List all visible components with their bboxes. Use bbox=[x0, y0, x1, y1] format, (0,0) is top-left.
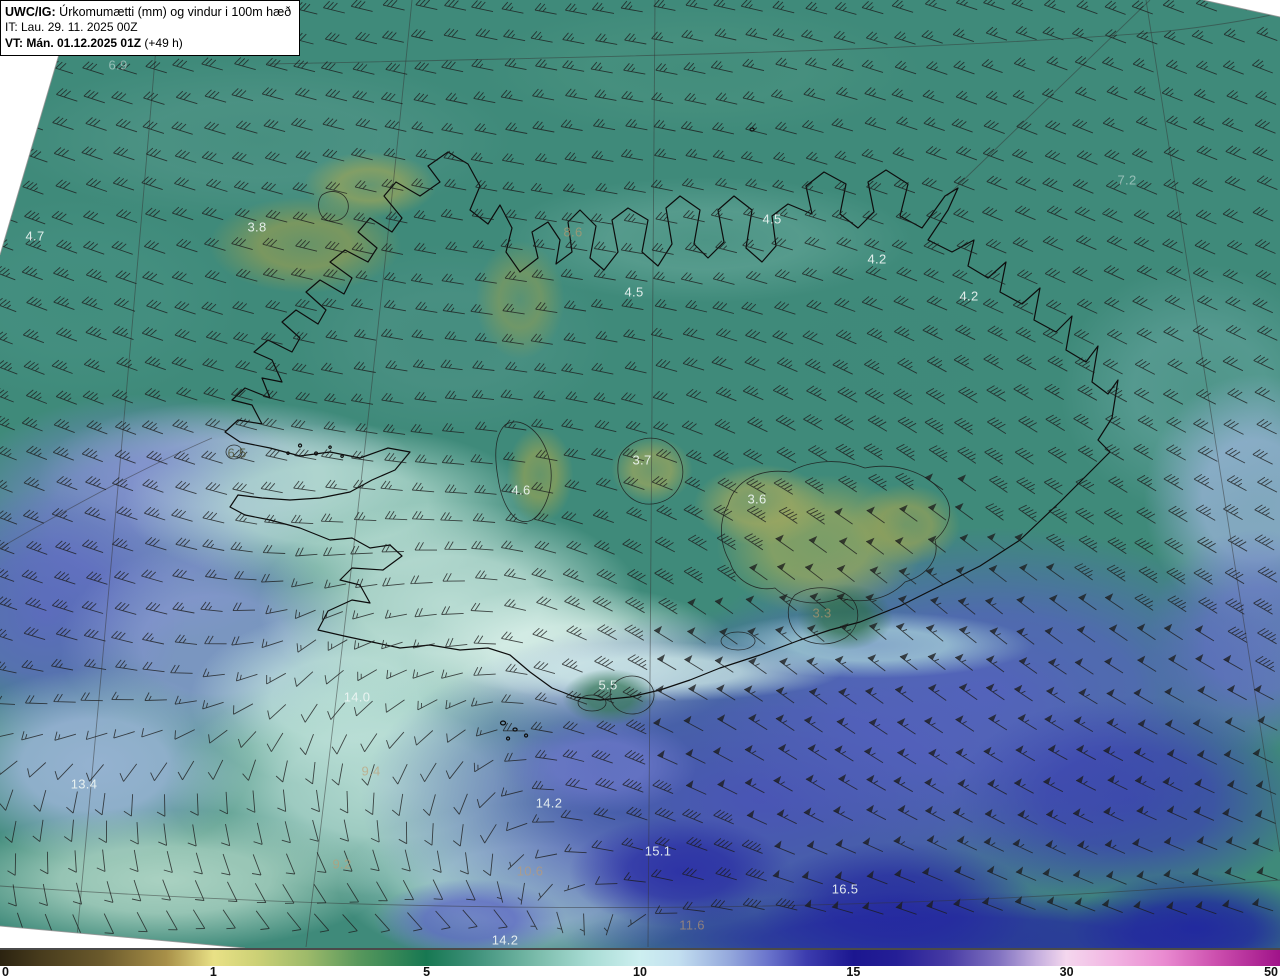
precip-value-label: 3.7 bbox=[632, 452, 652, 468]
valid-time: VT: Mán. 01.12.2025 01Z (+49 h) bbox=[5, 35, 183, 50]
map-title: UWC/IG: Úrkomumætti (mm) og vindur i 100… bbox=[5, 5, 292, 19]
precip-value-label: 4.7 bbox=[25, 228, 45, 244]
precip-value-label: 14.2 bbox=[535, 795, 563, 811]
precip-value-label: 14.2 bbox=[491, 932, 519, 948]
precip-value-label: 7.2 bbox=[1117, 172, 1137, 188]
precip-value-label: 3.8 bbox=[247, 219, 267, 235]
colorbar-tick-label: 5 bbox=[423, 965, 431, 978]
weather-map-page: 6.9 4.7 3.8 4.5 4.5 4.2 4.2 7.2 8.6 3.7 4.6 3.6 6.5 3… bbox=[0, 0, 1280, 978]
precip-value-label: 13.4 bbox=[70, 776, 98, 792]
colorbar-tick-label: 30 bbox=[1059, 965, 1074, 978]
precip-value-label: 3.3 bbox=[812, 605, 832, 621]
precip-value-label: 9.4 bbox=[361, 763, 381, 779]
precip-value-label: 15.1 bbox=[644, 843, 672, 859]
colorbar-tick-label: 50 bbox=[1264, 965, 1278, 978]
forecast-map: 6.9 4.7 3.8 4.5 4.5 4.2 4.2 7.2 8.6 3.7 4.6 3.6 6.5 3… bbox=[0, 0, 1280, 948]
precip-value-label: 4.2 bbox=[867, 251, 887, 267]
precip-value-label: 10.6 bbox=[516, 863, 544, 879]
colorbar-tick-label: 0 bbox=[2, 965, 9, 978]
precip-value-label: 4.6 bbox=[511, 482, 531, 498]
colorbar-tick-label: 15 bbox=[846, 965, 861, 978]
init-time: IT: Lau. 29. 11. 2025 00Z bbox=[5, 20, 138, 35]
precip-value-label: 3.6 bbox=[747, 491, 767, 507]
precip-value-label: 4.2 bbox=[959, 288, 979, 304]
precip-value-label: 6.9 bbox=[108, 57, 128, 73]
precip-value-label: 11.6 bbox=[679, 917, 705, 933]
precip-value-label: 4.5 bbox=[762, 211, 782, 227]
colorbar: 0 1 5 10 15 30 50 bbox=[0, 948, 1280, 978]
precip-value-label: 9.2 bbox=[332, 856, 352, 872]
precip-value-label: 8.6 bbox=[563, 224, 583, 240]
title-box: UWC/IG: Úrkomumætti (mm) og vindur i 100… bbox=[0, 0, 301, 57]
colorbar-ticks: 0 1 5 10 15 30 50 bbox=[0, 965, 1280, 978]
precip-value-label: 16.5 bbox=[831, 881, 859, 897]
colorbar-gradient bbox=[0, 948, 1280, 966]
precip-value-labels: 6.9 4.7 3.8 4.5 4.5 4.2 4.2 7.2 8.6 3.7 4.6 3.6 6.5 3… bbox=[0, 0, 1280, 948]
precip-value-label: 14.0 bbox=[343, 689, 371, 705]
colorbar-tick-label: 1 bbox=[209, 965, 217, 978]
precip-value-label: 5.5 bbox=[598, 677, 618, 693]
precip-value-label: 6.5 bbox=[227, 445, 247, 461]
colorbar-tick-label: 10 bbox=[633, 965, 647, 978]
precip-value-label: 4.5 bbox=[624, 284, 644, 300]
